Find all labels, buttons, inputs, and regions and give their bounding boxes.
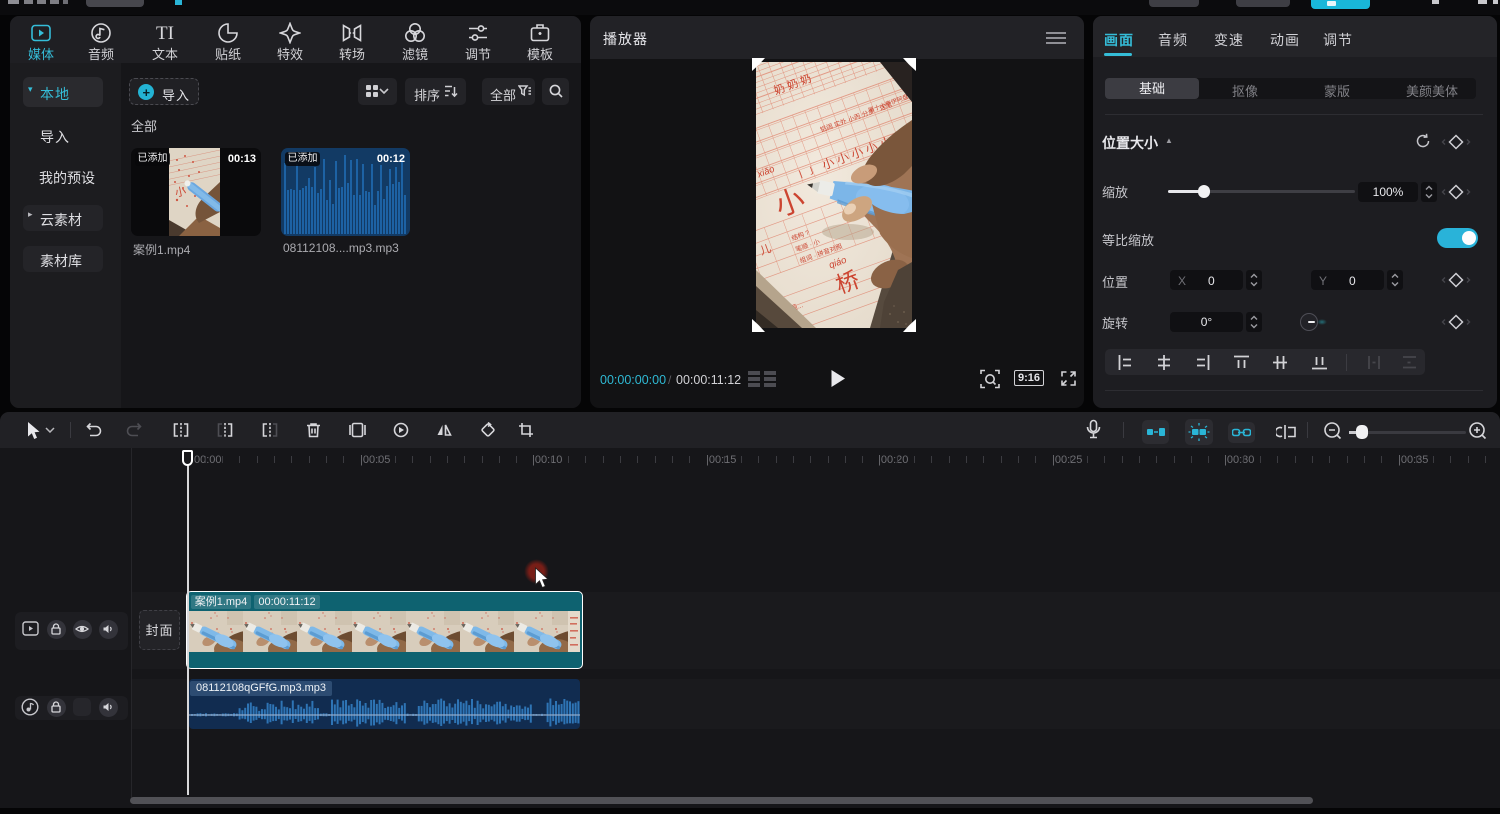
svg-text:TI: TI xyxy=(156,23,174,44)
